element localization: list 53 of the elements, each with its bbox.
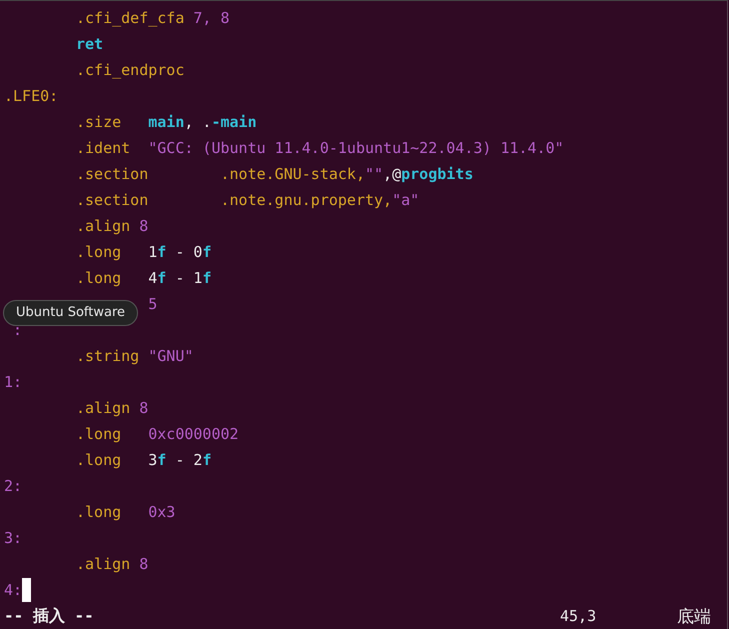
directive-text: .long	[76, 268, 122, 289]
code-text: - 0	[174, 242, 202, 263]
directive-text: .ident	[76, 138, 132, 159]
scroll-indicator: 底端	[677, 606, 712, 628]
value-text: "GCC: (Ubuntu 11.4.0-1ubuntu1~22.04.3) 11.4.0"	[148, 138, 564, 159]
directive-text: .LFE0:	[4, 86, 58, 107]
directive-text: .long	[76, 502, 122, 523]
value-text: ""	[364, 164, 384, 185]
directive-text: .size	[76, 112, 122, 133]
value-text: 5	[148, 294, 158, 315]
directive-text: .cfi_def_cfa	[76, 8, 184, 29]
keyword-text: main	[148, 112, 184, 133]
value-text: 0x3	[148, 502, 176, 523]
keyword-text: f	[157, 268, 166, 289]
keyword-text: -main	[211, 112, 257, 133]
code-text: - 2	[174, 450, 202, 471]
directive-text: .long	[76, 424, 122, 445]
keyword-text: f	[157, 242, 166, 263]
mode-indicator: -- 插入 --	[4, 606, 94, 626]
code-text: - 1	[174, 268, 202, 289]
code-text: ,@	[383, 164, 402, 185]
keyword-text: ret	[76, 34, 104, 55]
directive-text: .align	[76, 554, 130, 575]
value-text: "GNU"	[148, 346, 194, 367]
value-text: 0xc0000002	[148, 424, 239, 445]
keyword-text: progbits	[401, 164, 474, 185]
directive-text: .align	[76, 398, 130, 419]
cursor-position: 45,3	[560, 607, 598, 625]
directive-text: .string	[76, 346, 140, 367]
code-text: 3	[148, 450, 158, 471]
keyword-text: f	[202, 268, 212, 289]
value-text: 8	[138, 554, 148, 575]
directive-text: .section .note.gnu.property,	[76, 190, 392, 211]
code-text: 1	[148, 242, 158, 263]
value-text: 7, 8	[192, 8, 230, 29]
keyword-text: f	[202, 242, 212, 263]
directive-text: .cfi_endproc	[76, 60, 184, 81]
keyword-text: f	[202, 450, 212, 471]
code-text: 4	[148, 268, 158, 289]
directive-text: .long	[76, 450, 122, 471]
value-text: 8	[138, 398, 148, 419]
value-text: 3:	[4, 528, 22, 549]
value-text: 1:	[4, 372, 22, 393]
value-text: 2:	[4, 476, 22, 497]
tooltip: Ubuntu Software	[3, 300, 138, 326]
keyword-text: f	[157, 450, 166, 471]
value-text: 4:	[4, 580, 22, 601]
directive-text: .long	[76, 242, 122, 263]
directive-text: .section .note.GNU-stack,	[76, 164, 365, 185]
value-text: 8	[138, 216, 148, 237]
directive-text: .align	[76, 216, 130, 237]
code-text: , .	[184, 112, 212, 133]
value-text: "a"	[392, 190, 420, 211]
